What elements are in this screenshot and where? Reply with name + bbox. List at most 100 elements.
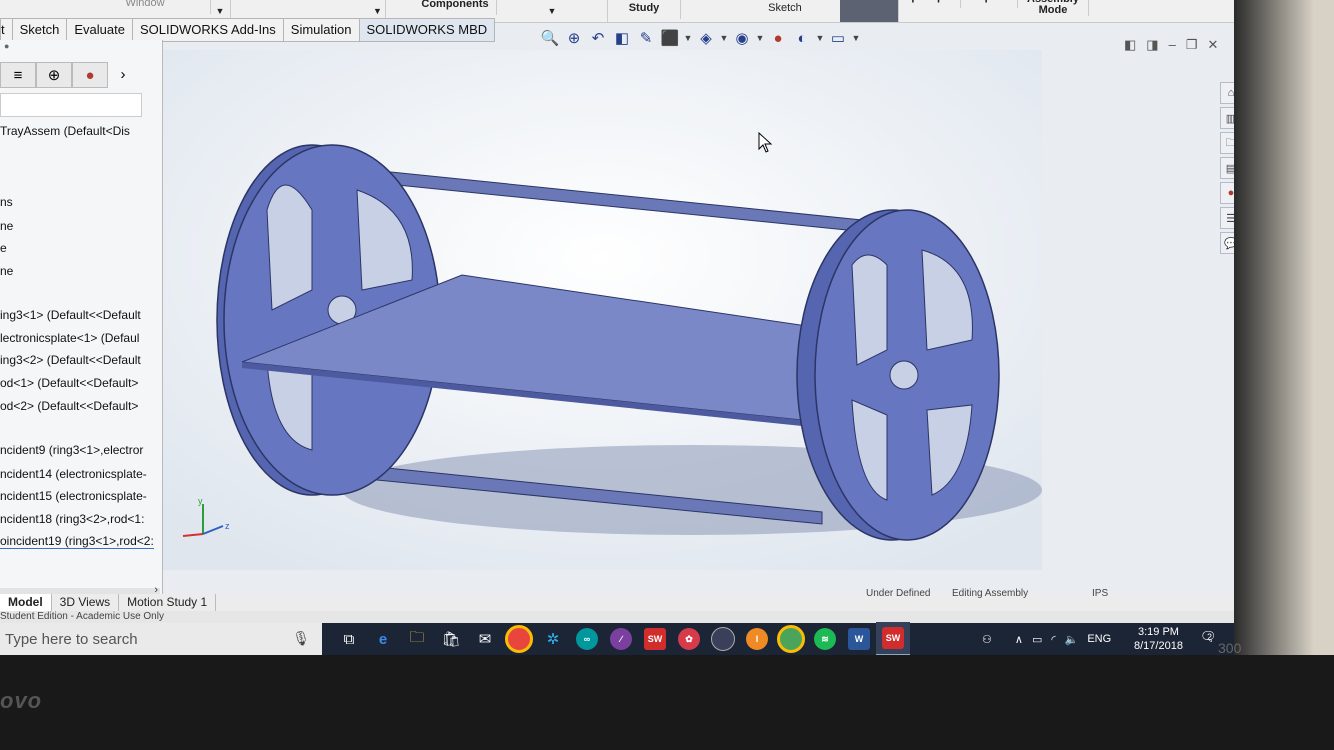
chevron-up-icon[interactable]: ∧	[1015, 633, 1023, 646]
dynamic-annotation-icon[interactable]: ✎	[636, 28, 656, 48]
tree-filter-input[interactable]	[0, 93, 142, 117]
chevron-down-icon[interactable]: ▼	[497, 0, 608, 22]
notification-center-icon[interactable]: 🗨 2	[1200, 629, 1220, 647]
zoom-to-area-icon[interactable]: ⊕	[564, 28, 584, 48]
tile-left-icon[interactable]: ◧	[1124, 37, 1136, 53]
monitor-bezel-bottom	[0, 655, 1334, 750]
tree-item[interactable]: ing3<1> (Default<<Default	[0, 308, 141, 322]
dark-app-icon[interactable]	[706, 623, 740, 655]
tree-item[interactable]: ncident18 (ring3<2>,rod<1:	[0, 512, 144, 526]
tab-model[interactable]: Model	[0, 594, 52, 611]
microphone-icon[interactable]: 🎙	[292, 630, 310, 647]
chevron-down-icon[interactable]: ▼	[756, 28, 765, 48]
feature-manager-panel: ● ≡ ⊕ ● › TrayAssem (Default<Dis ns ne e…	[0, 40, 163, 596]
close-icon[interactable]: ✕	[1207, 37, 1218, 53]
tile-right-icon[interactable]: ◨	[1146, 37, 1158, 53]
tree-item-selected[interactable]: oincident19 (ring3<1>,rod<2:	[0, 534, 154, 549]
panel-pin-icon[interactable]: ●	[4, 41, 9, 51]
chevron-down-icon[interactable]: ▼	[720, 28, 729, 48]
previous-view-icon[interactable]: ↶	[588, 28, 608, 48]
tree-item[interactable]: ncident15 (electronicsplate-	[0, 489, 147, 503]
volume-icon[interactable]: 🔈	[1065, 633, 1079, 646]
tree-item[interactable]: lectronicsplate<1> (Defaul	[0, 331, 139, 345]
clock-date: 8/17/2018	[1134, 640, 1183, 652]
svg-text:y: y	[198, 496, 203, 506]
chevron-down-icon[interactable]: ▼	[852, 28, 861, 48]
onenote-icon[interactable]: ∕	[604, 623, 638, 655]
chevron-right-icon[interactable]: ›	[108, 62, 138, 86]
status-units[interactable]: IPS	[1092, 588, 1108, 599]
display-style-icon[interactable]: ◈	[696, 28, 716, 48]
ribbon-assembly-mode-button[interactable]: Assembly Mode	[1018, 0, 1089, 16]
panel-tabs: ≡ ⊕ ● ›	[0, 62, 145, 88]
mail-icon[interactable]: ✉	[468, 623, 502, 655]
solidworks-2017-icon[interactable]: SW	[638, 623, 672, 655]
chrome-icon[interactable]	[502, 623, 536, 655]
ribbon-snapshot-button[interactable]: Snapshot	[962, 0, 1018, 8]
tree-item[interactable]: ncident9 (ring3<1>,electror	[0, 443, 143, 457]
tab-evaluate[interactable]: Evaluate	[66, 18, 133, 42]
status-defined: Under Defined	[866, 588, 931, 599]
ribbon-dark-button[interactable]	[840, 0, 899, 22]
tree-item[interactable]: ing3<2> (Default<<Default	[0, 353, 141, 367]
restore-icon[interactable]: ❐	[1186, 37, 1198, 53]
tree-item[interactable]: ne	[0, 219, 13, 233]
people-icon[interactable]: ⚇	[982, 633, 992, 646]
ribbon-sketch-button[interactable]: Sketch	[730, 0, 841, 19]
property-manager-tab-icon[interactable]: ≡	[0, 62, 36, 88]
network-app-icon[interactable]: ✲	[536, 623, 570, 655]
word-icon[interactable]: W	[842, 623, 876, 655]
3d-model-viewport[interactable]	[162, 50, 1042, 570]
language-indicator[interactable]: ENG	[1087, 633, 1111, 645]
notification-count: 2	[1207, 632, 1213, 642]
red-app-icon[interactable]: ✿	[672, 623, 706, 655]
right-ring[interactable]	[796, 209, 1000, 541]
chevron-down-icon[interactable]: ▼	[684, 28, 693, 48]
orange-app-icon[interactable]: I	[740, 623, 774, 655]
ribbon-study-button[interactable]: Study	[608, 0, 681, 19]
tab-sketch[interactable]: Sketch	[11, 18, 68, 42]
tree-item[interactable]: od<2> (Default<<Default>	[0, 399, 138, 413]
wifi-icon[interactable]: ◜	[1051, 633, 1055, 646]
view-orientation-icon[interactable]: ⬛	[660, 28, 680, 48]
tab-motion-study[interactable]: Motion Study 1	[119, 594, 217, 611]
zoom-to-fit-icon[interactable]: 🔍	[540, 28, 560, 48]
battery-icon[interactable]: ▭	[1032, 633, 1042, 646]
tab-mbd[interactable]: SOLIDWORKS MBD	[358, 18, 496, 42]
display-manager-tab-icon[interactable]: ●	[72, 62, 108, 88]
taskbar-clock[interactable]: 3:19 PM 8/17/2018	[1134, 625, 1183, 653]
chevron-down-icon[interactable]: ▼	[816, 28, 825, 48]
chrome-icon[interactable]	[774, 623, 808, 655]
tree-item[interactable]: ns	[0, 195, 13, 209]
apply-scene-icon[interactable]: ◐	[792, 28, 812, 48]
clock-time: 3:19 PM	[1137, 626, 1179, 638]
ribbon-speedpak-button[interactable]: Speedpak	[900, 0, 961, 8]
arduino-icon[interactable]: ∞	[570, 623, 604, 655]
tree-item[interactable]: ncident14 (electronicsplate-	[0, 467, 147, 481]
edge-browser-icon[interactable]: e	[366, 623, 400, 655]
tree-item[interactable]: od<1> (Default<<Default>	[0, 376, 138, 390]
configuration-manager-tab-icon[interactable]: ⊕	[36, 62, 72, 88]
task-view-icon[interactable]: ⧉	[332, 623, 366, 655]
tree-item[interactable]: e	[0, 241, 7, 255]
tree-root-assembly[interactable]: TrayAssem (Default<Dis	[0, 124, 130, 138]
minimize-icon[interactable]: –	[1169, 37, 1176, 53]
model-view-tabs: Model 3D Views Motion Study 1	[0, 594, 1244, 611]
hide-show-items-icon[interactable]: ◉	[732, 28, 752, 48]
section-view-icon[interactable]: ◧	[612, 28, 632, 48]
ribbon-window-menu[interactable]: Window	[80, 0, 211, 14]
tab-simulation[interactable]: Simulation	[282, 18, 360, 42]
tree-item[interactable]: ne	[0, 264, 13, 278]
ribbon-components-button[interactable]: Components	[414, 0, 497, 15]
taskbar-search-box[interactable]: Type here to search 🎙	[0, 623, 322, 655]
status-edition: Student Edition - Academic Use Only	[0, 611, 164, 622]
taskbar-apps: ⧉ e 🗀 🛍 ✉ ✲ ∞ ∕ SW ✿ I ≋ W SW	[332, 622, 910, 655]
view-settings-icon[interactable]: ▭	[828, 28, 848, 48]
file-explorer-icon[interactable]: 🗀	[400, 623, 434, 655]
edit-appearance-icon[interactable]: ●	[768, 28, 788, 48]
tab-3d-views[interactable]: 3D Views	[52, 594, 120, 611]
tab-add-ins[interactable]: SOLIDWORKS Add-Ins	[131, 18, 284, 42]
spotify-icon[interactable]: ≋	[808, 623, 842, 655]
solidworks-2017-icon[interactable]: SW	[876, 622, 910, 655]
store-icon[interactable]: 🛍	[434, 623, 468, 655]
